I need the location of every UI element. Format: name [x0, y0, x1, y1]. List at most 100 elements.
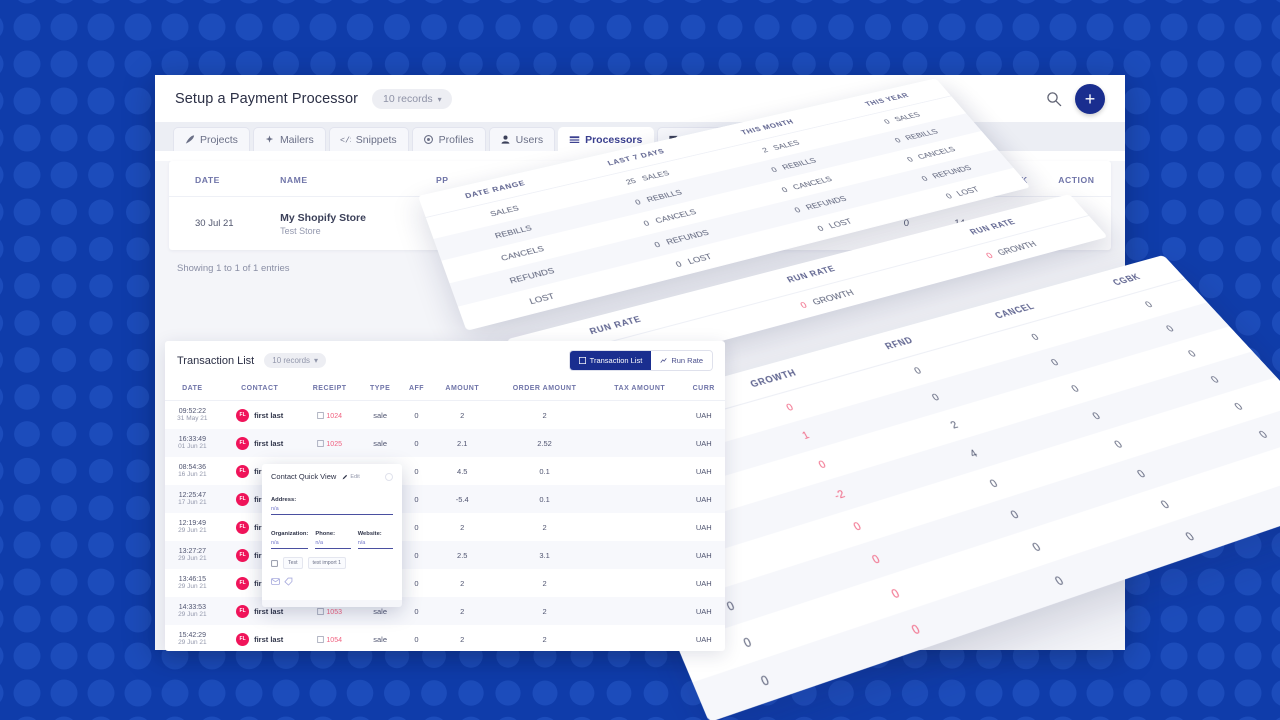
- contact-name: first last: [254, 439, 283, 448]
- kebab-menu-icon[interactable]: •••: [1046, 218, 1107, 230]
- cell-amount: 4.5: [432, 457, 492, 485]
- app-header: Setup a Payment Processor 10 records ▾ +: [155, 75, 1125, 122]
- header-actions: +: [1046, 84, 1105, 114]
- asterisk-icon: [829, 134, 840, 145]
- tab-scoring[interactable]: Scoring: [741, 127, 816, 151]
- cell-receipt[interactable]: 1025: [300, 429, 360, 457]
- processors-card: DATENAMEPPADDITIONAL INFOSALEREBILLCNCLR…: [169, 161, 1111, 250]
- tab-users[interactable]: Users: [489, 127, 555, 151]
- cell-aff: 0: [401, 401, 433, 430]
- add-button[interactable]: +: [1075, 84, 1105, 114]
- avatar: FL: [236, 409, 249, 422]
- transaction-records-selector[interactable]: 10 records ▾: [264, 353, 326, 368]
- chevron-down-icon: ▾: [438, 95, 442, 104]
- phone-value[interactable]: n/a: [315, 540, 350, 549]
- cell-date: 08:54:3616 Jun 21: [165, 457, 220, 485]
- mail-icon[interactable]: [271, 577, 280, 586]
- cell-receipt[interactable]: 1024: [300, 401, 360, 430]
- cell-contact[interactable]: FLfirst last: [220, 625, 300, 651]
- cell-date: 16:33:4901 Jun 21: [165, 429, 220, 457]
- quick-view-edit-button[interactable]: Edit: [342, 474, 359, 480]
- cell-amount: 2: [432, 513, 492, 541]
- cell-contact[interactable]: FLfirst last: [220, 401, 300, 430]
- tab-projects[interactable]: Projects: [173, 127, 250, 151]
- table-row[interactable]: 13:46:1529 Jun 21FLfirst last 1052sale02…: [165, 569, 725, 597]
- table-row[interactable]: 15:42:2929 Jun 21FLfirst last 1054sale02…: [165, 625, 725, 651]
- card-icon: [569, 134, 580, 145]
- avatar: FL: [236, 493, 249, 506]
- cell-amount: 2.5: [432, 541, 492, 569]
- receipt-number: 1054: [326, 637, 342, 644]
- cell-aff: 0: [401, 485, 433, 513]
- tx-time: 13:46:15: [168, 576, 217, 583]
- tab-snippets[interactable]: </>Snippets: [329, 127, 409, 151]
- table-row[interactable]: 13:27:2729 Jun 21FLfirst last 1051sale02…: [165, 541, 725, 569]
- tab-label: Domains: [684, 134, 725, 146]
- cell-date: 14:33:5329 Jun 21: [165, 597, 220, 625]
- avatar: FL: [236, 521, 249, 534]
- cell-receipt[interactable]: 1054: [300, 625, 360, 651]
- toggle-transaction-list[interactable]: Transaction List: [570, 351, 652, 370]
- table-row[interactable]: 08:54:3616 Jun 21FLfirst last 1034sale04…: [165, 457, 725, 485]
- tx-col-order-amount: ORDER AMOUNT: [492, 377, 597, 401]
- close-icon[interactable]: [385, 473, 393, 481]
- user-icon: [500, 134, 511, 145]
- cell-order-amount: 2: [492, 569, 597, 597]
- cell-action: •••: [1042, 197, 1111, 251]
- receipt-icon: [317, 636, 324, 643]
- quick-view-chip[interactable]: test import 1: [308, 557, 347, 569]
- contact-name: first last: [254, 607, 283, 616]
- entries-count: Showing 1 to 1 of 1 entries: [155, 250, 1125, 274]
- cell-curr: UAH: [683, 429, 726, 457]
- quick-view-body: Contact Quick View Edit Address: n/a Org…: [262, 464, 402, 600]
- organization-value[interactable]: n/a: [271, 540, 308, 549]
- cell-sale: 25: [762, 197, 814, 251]
- tab-media[interactable]: Media: [818, 127, 886, 151]
- processors-col-pp: PP: [423, 161, 462, 197]
- quick-view-header: Contact Quick View Edit: [271, 472, 393, 481]
- table-row[interactable]: 16:33:4901 Jun 21FLfirst last 1025sale02…: [165, 429, 725, 457]
- processor-name: My Shopify Store: [280, 212, 419, 224]
- cell-type: sale: [360, 429, 401, 457]
- application-status-value[interactable]: Installed | Configure.: [555, 225, 642, 236]
- cell-curr: UAH: [683, 597, 726, 625]
- cell-curr: UAH: [683, 485, 726, 513]
- cell-aff: 0: [401, 569, 433, 597]
- application-status-row: Application Status: Installed | Configur…: [466, 225, 758, 236]
- table-row[interactable]: 12:25:4717 Jun 21FLfirst last 1041refund…: [165, 485, 725, 513]
- tab-profiles[interactable]: Profiles: [412, 127, 486, 151]
- cell-name: My Shopify StoreTest Store: [276, 197, 423, 251]
- table-row[interactable]: 30 Jul 21My Shopify StoreTest StoreSShop…: [169, 197, 1111, 251]
- tab-bar: Projects Mailers</>Snippets Profiles UsersP…: [155, 122, 1125, 151]
- quick-view-chip[interactable]: Test: [283, 557, 303, 569]
- tag-outline-icon[interactable]: [284, 577, 293, 586]
- address-value[interactable]: n/a: [271, 506, 393, 515]
- cell-cncl: 0: [880, 197, 933, 251]
- cell-tax-amount: [597, 541, 683, 569]
- cell-date: 15:42:2929 Jun 21: [165, 625, 220, 651]
- transaction-records-label: 10 records: [272, 356, 310, 365]
- contact-quick-view-popup: Contact Quick View Edit Address: n/a Org…: [262, 464, 402, 607]
- quick-view-organization-field: Organization: n/a: [271, 522, 308, 549]
- table-row[interactable]: 09:52:2231 May 21FLfirst last 1024sale02…: [165, 401, 725, 430]
- tab-processors[interactable]: Processors: [558, 127, 654, 151]
- tab-label: Profiles: [439, 134, 474, 146]
- cell-contact[interactable]: FLfirst last: [220, 429, 300, 457]
- processors-col-additional-info: ADDITIONAL INFO: [462, 161, 762, 197]
- table-row[interactable]: 14:33:5329 Jun 21FLfirst last 1053sale02…: [165, 597, 725, 625]
- page-title: Setup a Payment Processor: [175, 91, 358, 107]
- receipt-number: 1024: [326, 413, 342, 420]
- records-selector[interactable]: 10 records ▾: [372, 89, 452, 109]
- quick-view-phone-field: Phone: n/a: [315, 522, 350, 549]
- rocket-icon: [184, 134, 195, 145]
- tab-mailers[interactable]: Mailers: [253, 127, 326, 151]
- tab-domains[interactable]: Domains: [657, 127, 737, 151]
- toggle-run-rate[interactable]: Run Rate: [651, 351, 712, 370]
- table-row[interactable]: 12:19:4929 Jun 21FLfirst last 1050sale02…: [165, 513, 725, 541]
- cell-type: sale: [360, 625, 401, 651]
- website-label: Website:: [358, 531, 382, 537]
- tx-col-aff: AFF: [401, 377, 433, 401]
- search-icon[interactable]: [1046, 91, 1062, 107]
- website-value[interactable]: n/a: [358, 540, 393, 549]
- tab-label: Projects: [200, 134, 238, 146]
